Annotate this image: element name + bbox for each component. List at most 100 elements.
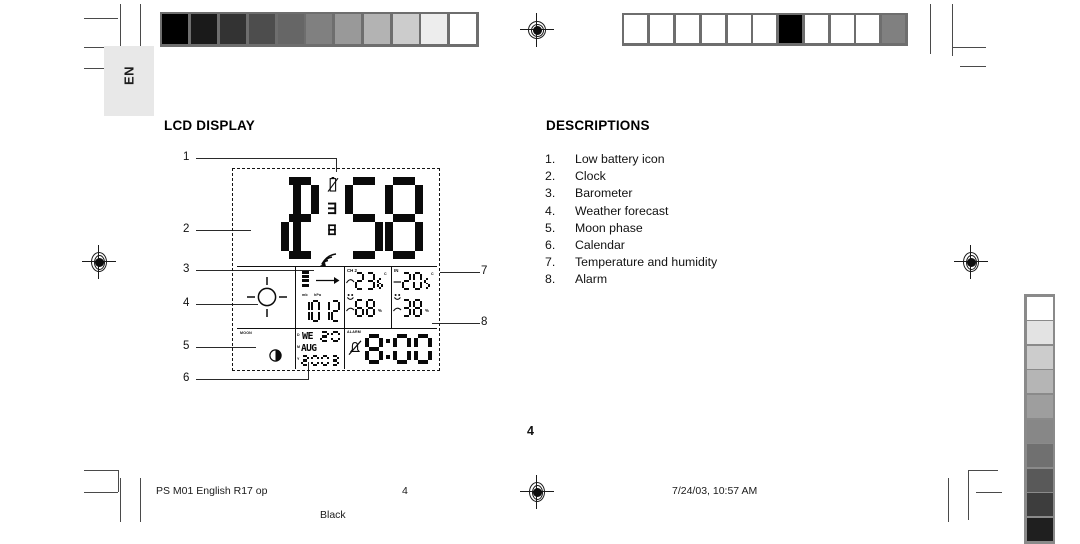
calendar-month: AUG bbox=[301, 343, 317, 354]
indoor-temp-unit: C bbox=[431, 272, 434, 276]
body-page-number: 4 bbox=[527, 424, 534, 438]
outdoor-temp-unit: C bbox=[384, 272, 387, 276]
barometer-unit-hpa: hPa bbox=[314, 293, 322, 297]
footer-plate: Black bbox=[320, 509, 346, 521]
grayscale-wedge-top-left bbox=[160, 12, 479, 47]
barometer-unit-mb: mb bbox=[302, 293, 308, 297]
wedge-cell bbox=[1026, 296, 1053, 320]
callout-number-4: 4 bbox=[183, 297, 190, 309]
crop-mark-top-left-h bbox=[84, 18, 118, 20]
comfort-face-outdoor-icon bbox=[346, 279, 355, 312]
wedge-cell bbox=[1026, 517, 1053, 541]
description-item: 5. Moon phase bbox=[545, 221, 717, 238]
lcd-weather-forecast-panel bbox=[237, 267, 295, 328]
lcd-barometer-digit-2 bbox=[311, 300, 320, 322]
description-item: 7. Temperature and humidity bbox=[545, 255, 717, 272]
lcd-indoor-temp-decimal bbox=[424, 278, 430, 289]
lcd-outdoor-humidity-digit-1 bbox=[355, 299, 364, 317]
wedge-cell bbox=[804, 15, 828, 44]
lcd-display-illustration: mb hPa CH 2 C % IN C % MOON D M Y WE AUG… bbox=[232, 168, 440, 371]
lcd-alarm-minute-digit-2 bbox=[414, 334, 432, 364]
wedge-cell bbox=[624, 15, 648, 44]
barometer-trend-arrow-icon bbox=[316, 277, 340, 284]
callout-leader-6 bbox=[196, 379, 309, 381]
lcd-barometer-history-bar bbox=[302, 271, 309, 287]
lcd-segment-indicator-lower bbox=[328, 224, 336, 236]
callout-number-3: 3 bbox=[183, 263, 190, 275]
calendar-weekday: WE bbox=[302, 331, 314, 342]
wedge-cell bbox=[727, 15, 751, 44]
lcd-indoor-humidity-digit-2 bbox=[413, 299, 422, 317]
description-item-label: Calendar bbox=[575, 237, 625, 252]
description-item-number: 4. bbox=[545, 203, 556, 218]
description-item-label: Temperature and humidity bbox=[575, 255, 718, 270]
wedge-cell bbox=[1026, 345, 1053, 369]
lcd-outdoor-temp-decimal bbox=[377, 278, 383, 289]
wedge-cell bbox=[450, 14, 477, 45]
lcd-outdoor-humidity-digit-2 bbox=[366, 299, 375, 317]
footer-timestamp: 7/24/03, 10:57 AM bbox=[672, 485, 758, 497]
description-item: 2. Clock bbox=[545, 169, 717, 186]
registration-mark-top-center bbox=[520, 13, 554, 47]
language-tab: EN bbox=[104, 46, 154, 116]
lcd-clock-digit-4 bbox=[385, 177, 423, 259]
lcd-calendar-day-digit-2 bbox=[331, 331, 340, 342]
alarm-label: ALARM bbox=[347, 330, 361, 334]
wedge-cell bbox=[701, 15, 725, 44]
description-item-number: 7. bbox=[545, 255, 556, 270]
crop-mark-bottom-left-h bbox=[84, 470, 118, 472]
wedge-cell bbox=[335, 14, 362, 45]
calendar-y-label: Y bbox=[297, 357, 300, 361]
wedge-cell bbox=[830, 15, 854, 44]
lcd-calendar-year-digit-1 bbox=[301, 355, 309, 366]
description-item-label: Clock bbox=[575, 169, 606, 184]
callout-number-6: 6 bbox=[183, 372, 190, 384]
crop-mark-bottom-right-v2 bbox=[968, 470, 970, 520]
wedge-cell bbox=[779, 15, 803, 44]
crop-mark-bottom-right-v1 bbox=[948, 478, 950, 522]
callout-number-5: 5 bbox=[183, 340, 190, 352]
lcd-alarm-colon bbox=[386, 339, 390, 359]
description-item-label: Low battery icon bbox=[575, 152, 665, 166]
wedge-cell bbox=[675, 15, 699, 44]
language-tab-label: EN bbox=[121, 65, 137, 86]
wedge-cell bbox=[1026, 419, 1053, 443]
description-item-number: 5. bbox=[545, 220, 556, 235]
lcd-alarm-panel: ALARM bbox=[345, 329, 437, 369]
outdoor-humidity-unit: % bbox=[378, 308, 382, 313]
lcd-clock-zone bbox=[233, 169, 439, 267]
lcd-clock-digit-2 bbox=[281, 177, 319, 259]
sunny-icon bbox=[247, 277, 287, 317]
lcd-alarm-hour-digit bbox=[365, 334, 383, 364]
description-item-number: 3. bbox=[545, 186, 556, 201]
callout-number-7: 7 bbox=[481, 265, 488, 277]
description-item-label: Weather forecast bbox=[575, 203, 669, 218]
grayscale-wedge-top-right bbox=[622, 13, 908, 46]
descriptions-list: 1. Low battery icon 2. Clock 3. Barometer 4. We… bbox=[545, 152, 717, 290]
wedge-cell bbox=[753, 15, 777, 44]
wedge-cell bbox=[1026, 493, 1053, 517]
lcd-barometer-digit-1 bbox=[301, 300, 310, 322]
lcd-calendar-year-digit-2 bbox=[311, 355, 319, 366]
wedge-cell bbox=[1026, 468, 1053, 492]
lcd-calendar-year-digit-3 bbox=[321, 355, 329, 366]
lcd-calendar-panel: D M Y WE AUG bbox=[296, 329, 344, 369]
wedge-cell bbox=[392, 14, 419, 45]
callout-number-8: 8 bbox=[481, 316, 488, 328]
page-title-descriptions: DESCRIPTIONS bbox=[546, 118, 650, 133]
description-item-number: 2. bbox=[545, 169, 556, 184]
lcd-moon-phase-panel: MOON bbox=[237, 329, 295, 369]
lcd-channel-indoor-panel: IN C % bbox=[392, 267, 437, 328]
description-item-label: Moon phase bbox=[575, 220, 643, 235]
crop-mark-bottom-left-h2 bbox=[84, 492, 118, 494]
lcd-calendar-year-digit-4 bbox=[331, 355, 339, 366]
callout-leader-1 bbox=[196, 158, 337, 160]
channel-indoor-label: IN bbox=[394, 268, 399, 273]
crop-mark-bottom-right-h bbox=[968, 470, 998, 472]
wedge-cell bbox=[1026, 321, 1053, 345]
wave-signal-icon bbox=[320, 253, 337, 267]
low-battery-icon bbox=[327, 177, 339, 192]
crop-mark-bottom-right-h2 bbox=[976, 492, 1002, 494]
lcd-indoor-temp-digit-2 bbox=[413, 272, 422, 290]
calendar-m-label: M bbox=[297, 345, 301, 349]
